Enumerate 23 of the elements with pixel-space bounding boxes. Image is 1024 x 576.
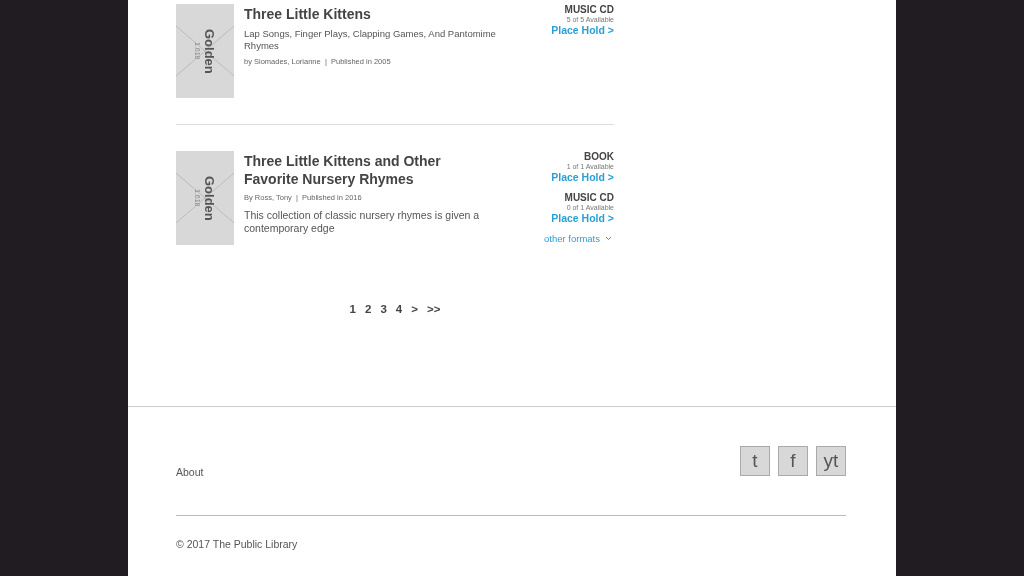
footer-link[interactable]: About bbox=[176, 466, 204, 478]
format-label: MUSIC CD bbox=[564, 4, 614, 15]
result-subtitle: Lap Songs, Finger Plays, Clapping Games, And Pantomime Rhymes bbox=[244, 28, 497, 52]
result-description: This collection of classic nursery rhymes is given a contemporary edge bbox=[244, 209, 481, 235]
page-link[interactable]: 2 bbox=[365, 303, 372, 315]
copyright-text: © 2017 The Public Library bbox=[176, 538, 299, 550]
cover-title: Golden bbox=[201, 175, 217, 221]
page-link[interactable]: 4 bbox=[395, 303, 403, 315]
social-button[interactable]: yt bbox=[816, 446, 846, 476]
result-title[interactable]: Three Little Kittens bbox=[244, 5, 484, 23]
cross-lines-icon bbox=[176, 172, 234, 224]
cross-lines-icon bbox=[176, 25, 234, 77]
cover-title: Golden bbox=[201, 28, 217, 74]
format-label: BOOK bbox=[584, 151, 614, 162]
result-title[interactable]: Three Little Kittens and Other Favorite Nursery Rhymes bbox=[244, 152, 484, 188]
page-link[interactable]: >> bbox=[426, 303, 441, 315]
page-link[interactable]: > bbox=[411, 303, 418, 315]
chevron-down-icon bbox=[605, 236, 612, 241]
social-button[interactable]: t bbox=[740, 446, 770, 476]
page-link[interactable]: 1 bbox=[349, 303, 356, 315]
format-label: MUSIC CD bbox=[564, 192, 614, 203]
page-link[interactable]: 3 bbox=[380, 303, 387, 315]
social-button[interactable]: f bbox=[778, 446, 808, 476]
